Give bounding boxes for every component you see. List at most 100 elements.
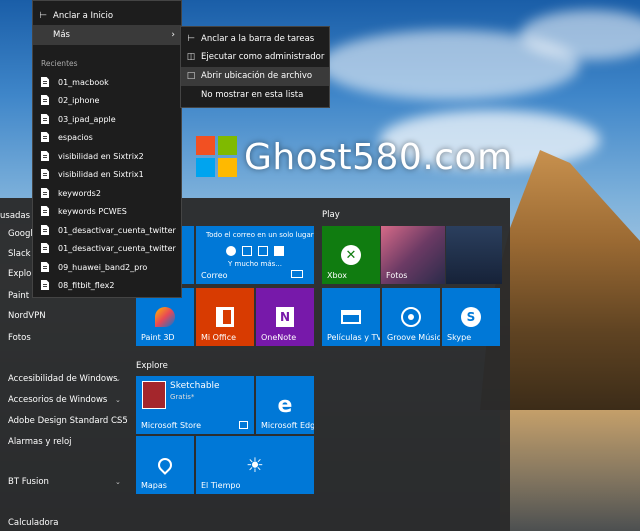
document-icon — [41, 169, 49, 179]
recent-item[interactable]: 09_huawei_band2_pro — [41, 258, 147, 276]
more-label: Más — [53, 30, 70, 40]
folder-icon: □ — [186, 71, 196, 82]
recent-item-label: visibilidad en Sixtrix1 — [58, 169, 144, 179]
submenu-label: No mostrar en esta lista — [201, 90, 304, 101]
recent-item[interactable]: visibilidad en Sixtrix1 — [41, 165, 144, 183]
app-item-nordvpn[interactable]: NordVPN — [0, 306, 132, 326]
run-as-admin-item[interactable]: ◫ Ejecutar como administrador — [181, 48, 329, 67]
document-icon — [41, 114, 49, 124]
app-item-fotos[interactable]: Fotos — [0, 328, 132, 348]
tile-xbox[interactable]: ✕ Xbox — [322, 226, 380, 284]
yahoo-icon — [274, 246, 284, 256]
app-item-calculadora[interactable]: Calculadora — [0, 513, 132, 531]
tile-groove[interactable]: Groove Música — [382, 288, 440, 346]
document-icon — [41, 225, 49, 235]
mail-more: Y mucho más... — [228, 260, 282, 268]
tile-label: Xbox — [327, 271, 347, 280]
app-item-alarmas[interactable]: Alarmas y reloj — [0, 432, 132, 452]
recent-item[interactable]: keywords2 — [41, 184, 101, 202]
submenu-label: Abrir ubicación de archivo — [201, 71, 313, 82]
open-file-location-item[interactable]: □ Abrir ubicación de archivo — [181, 67, 329, 86]
submenu: ⊢ Anclar a la barra de tareas ◫ Ejecutar… — [180, 26, 330, 108]
windows-logo-icon — [196, 136, 238, 178]
folder-accesibilidad[interactable]: Accesibilidad de Windows ⌄ — [0, 369, 132, 389]
google-icon — [226, 246, 236, 256]
tile-label: Skype — [447, 333, 472, 342]
watermark: Ghost580.com — [196, 136, 513, 178]
submenu-label: Anclar a la barra de tareas — [201, 34, 315, 45]
recent-item[interactable]: 01_desactivar_cuenta_twitter — [41, 221, 176, 239]
recent-item-label: 01_desactivar_cuenta_twitter — [58, 243, 176, 253]
tile-office[interactable]: Mi Office — [196, 288, 254, 346]
section-explore-label: Explore — [136, 361, 168, 371]
recent-item[interactable]: 02_iphone — [41, 91, 99, 109]
tile-maps[interactable]: Mapas — [136, 436, 194, 494]
tile-edge[interactable]: e Microsoft Edge — [256, 376, 314, 434]
tile-skype[interactable]: S Skype — [442, 288, 500, 346]
tile-label: Mi Office — [201, 333, 237, 342]
chevron-down-icon: ⌄ — [115, 396, 121, 404]
folder-adobe[interactable]: Adobe Design Standard CS5 ⌄ — [0, 411, 132, 431]
recent-item-label: 03_ipad_apple — [58, 114, 116, 124]
folder-accesorios[interactable]: Accesorios de Windows ⌄ — [0, 390, 132, 410]
document-icon — [41, 151, 49, 161]
tile-label: Microsoft Store — [141, 421, 202, 430]
pin-to-taskbar-item[interactable]: ⊢ Anclar a la barra de tareas — [181, 30, 329, 49]
recent-item[interactable]: 01_desactivar_cuenta_twitter — [41, 239, 176, 257]
more-item[interactable]: Más › — [33, 25, 181, 45]
mail-header: Todo el correo en un solo lugar — [206, 231, 314, 239]
context-menu: ⊢ Anclar a Inicio Más › Recientes 01_mac… — [32, 0, 182, 298]
pin-icon: ⊢ — [187, 34, 195, 45]
recent-item[interactable]: 03_ipad_apple — [41, 110, 116, 128]
document-icon — [41, 280, 49, 290]
folder-label: Adobe Design Standard CS5 — [8, 416, 128, 426]
recent-item-label: 01_desactivar_cuenta_twitter — [58, 225, 176, 235]
chevron-right-icon: › — [171, 30, 175, 40]
folder-label: Accesibilidad de Windows — [8, 374, 118, 384]
recent-item-label: espacios — [58, 132, 93, 142]
chevron-down-icon: ⌄ — [115, 417, 121, 425]
watermark-text: Ghost580.com — [244, 136, 513, 178]
outlook-icon — [258, 246, 268, 256]
document-icon — [41, 243, 49, 253]
tile-label: Microsoft Edge — [261, 421, 314, 430]
tile-weather[interactable]: ☀ El Tiempo — [196, 436, 314, 494]
tile-onenote[interactable]: N OneNote — [256, 288, 314, 346]
tile-label: Fotos — [386, 271, 408, 280]
sketchable-price: Gratis* — [170, 393, 195, 401]
tile-movies[interactable]: Películas y TV — [322, 288, 380, 346]
tile-label: Paint 3D — [141, 333, 175, 342]
recent-item[interactable]: 01_macbook — [41, 73, 109, 91]
folder-bt-fusion[interactable]: BT Fusion ⌄ — [0, 472, 132, 492]
sunset-reflection — [500, 400, 640, 531]
recent-item-label: 01_macbook — [58, 77, 109, 87]
tile-photo-2[interactable] — [446, 226, 502, 284]
tile-label: Películas y TV — [327, 333, 380, 342]
folder-label: BT Fusion — [8, 477, 49, 487]
tile-label: Mapas — [141, 481, 167, 490]
recent-item[interactable]: 08_fitbit_flex2 — [41, 276, 114, 294]
recent-item-label: keywords2 — [58, 188, 101, 198]
recent-item-label: visibilidad en Sixtrix2 — [58, 151, 144, 161]
chevron-down-icon: ⌄ — [115, 375, 121, 383]
recent-item-label: 09_huawei_band2_pro — [58, 262, 148, 272]
mail-icons — [226, 246, 284, 256]
tile-store[interactable]: Sketchable Gratis* Microsoft Store — [136, 376, 254, 434]
pin-to-start-label: Anclar a Inicio — [53, 11, 114, 21]
tile-label: OneNote — [261, 333, 297, 342]
document-icon — [41, 132, 49, 142]
tile-mail[interactable]: Todo el correo en un solo lugar Y mucho … — [196, 226, 314, 284]
recent-item[interactable]: espacios — [41, 128, 93, 146]
recent-header: Recientes — [41, 59, 78, 68]
tile-fotos[interactable]: Fotos — [381, 226, 445, 284]
folder-label: Accesorios de Windows — [8, 395, 108, 405]
recent-item[interactable]: visibilidad en Sixtrix2 — [41, 147, 144, 165]
pin-to-start-item[interactable]: ⊢ Anclar a Inicio — [33, 6, 181, 26]
hide-from-list-item[interactable]: No mostrar en esta lista — [181, 86, 329, 105]
submenu-label: Ejecutar como administrador — [201, 52, 325, 63]
pin-icon: ⊢ — [39, 11, 47, 21]
recent-item-label: 08_fitbit_flex2 — [58, 280, 115, 290]
recent-item[interactable]: keywords PCWES — [41, 202, 127, 220]
mail-icon — [291, 270, 303, 278]
sketchable-title: Sketchable — [170, 381, 220, 391]
